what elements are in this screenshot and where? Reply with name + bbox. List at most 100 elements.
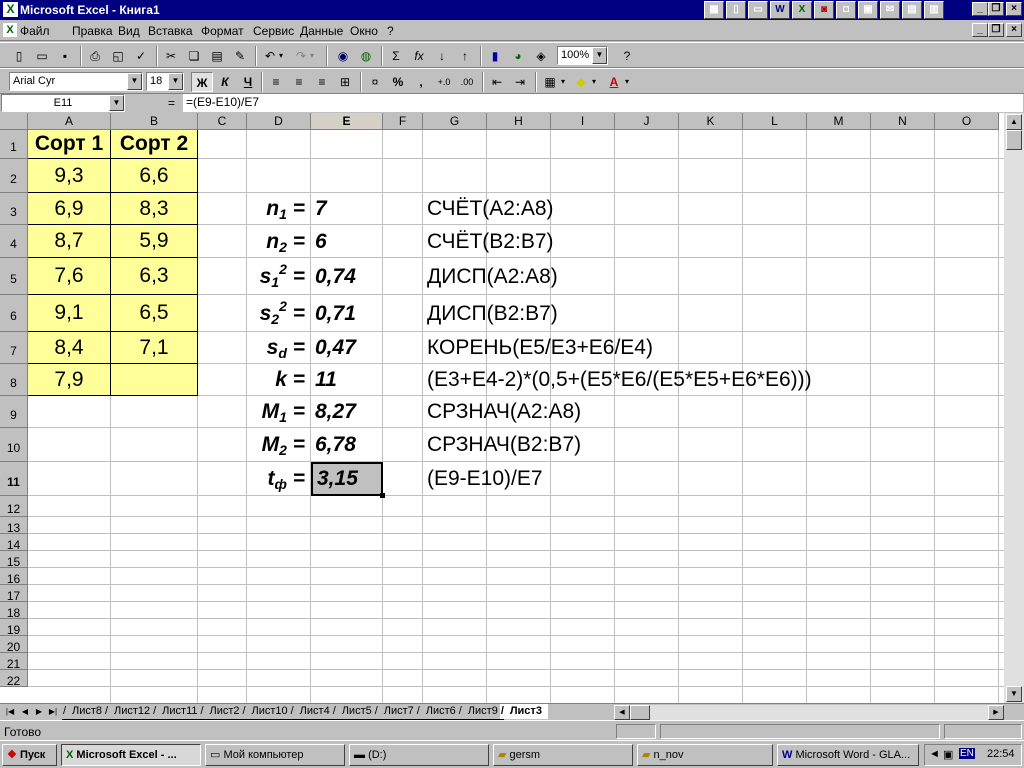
font-name-select[interactable]: Arial Cyr ▼ <box>9 72 143 91</box>
data-cell[interactable]: 8,7 <box>28 225 111 258</box>
decrease-decimal-icon[interactable]: .00 <box>456 72 478 92</box>
data-cell[interactable]: 5,9 <box>111 225 198 258</box>
cut-icon[interactable]: ✂ <box>160 46 182 66</box>
formula-text-cell[interactable]: (E3+E4-2)*(0,5+(E5*E6/(E5*E5+E6*E6))) <box>423 364 812 396</box>
select-all-corner[interactable] <box>0 113 28 130</box>
doc-restore-icon[interactable]: ❐ <box>988 23 1004 37</box>
monitor-icon[interactable]: ▣ <box>943 748 953 761</box>
taskbar-word[interactable]: W Microsoft Word - GLA... <box>777 744 919 766</box>
data-cell[interactable]: 6,5 <box>111 295 198 332</box>
row-header-14[interactable]: 14 <box>0 534 28 552</box>
format-painter-icon[interactable]: ✎ <box>229 46 251 66</box>
data-cell[interactable]: 7,1 <box>111 332 198 364</box>
column-header-o[interactable]: O <box>935 113 999 130</box>
sheet-tab-2[interactable]: Лист12 <box>104 704 157 720</box>
align-left-icon[interactable]: ≡ <box>265 72 287 92</box>
label-cell[interactable]: n1 = <box>247 193 311 225</box>
column-header-c[interactable]: C <box>198 113 247 130</box>
column-header-e[interactable]: E <box>311 113 383 130</box>
minimize-icon[interactable]: _ <box>972 2 988 16</box>
chevron-down-icon[interactable]: ▼ <box>127 73 142 90</box>
data-cell[interactable]: 6,9 <box>28 193 111 225</box>
column-header-m[interactable]: M <box>807 113 871 130</box>
formula-text-cell[interactable]: ДИСП(A2:A8) <box>423 258 558 295</box>
vertical-scrollbar[interactable]: ▲ ▼ <box>1004 113 1024 703</box>
binder-icon[interactable]: ▣ <box>858 1 878 19</box>
redo-dropdown-icon[interactable]: ▾ <box>307 46 317 66</box>
label-cell[interactable]: sd = <box>247 332 311 364</box>
data-cell[interactable] <box>111 364 198 396</box>
row-header-5[interactable]: 5 <box>0 258 28 295</box>
name-box[interactable]: E11 ▼ <box>1 94 125 112</box>
prev-sheet-icon[interactable]: ◀ <box>18 705 32 719</box>
decrease-indent-icon[interactable]: ⇤ <box>486 72 508 92</box>
value-cell[interactable]: 7 <box>311 193 383 225</box>
doc-close-icon[interactable]: × <box>1006 23 1022 37</box>
menu-tools[interactable]: Сервис <box>253 24 294 38</box>
data-cell[interactable]: 7,6 <box>28 258 111 295</box>
row-header-9[interactable]: 9 <box>0 396 28 428</box>
autosum-icon[interactable]: Σ <box>385 46 407 66</box>
office-bar-icon[interactable]: ▦ <box>704 1 724 19</box>
workbook-icon[interactable]: X <box>3 23 17 37</box>
column-header-f[interactable]: F <box>383 113 423 130</box>
taskbar-my-computer[interactable]: ▭ Мой компьютер <box>205 744 345 766</box>
taskbar-drive-d[interactable]: ▬ (D:) <box>349 744 489 766</box>
menu-window[interactable]: Окно <box>350 24 378 38</box>
align-center-icon[interactable]: ≡ <box>288 72 310 92</box>
column-header-k[interactable]: K <box>679 113 743 130</box>
menu-data[interactable]: Данные <box>300 24 343 38</box>
zoom-select[interactable]: 100% ▼ <box>557 46 608 65</box>
label-cell[interactable]: M2 = <box>247 428 311 462</box>
row-header-18[interactable]: 18 <box>0 602 28 620</box>
row-header-3[interactable]: 3 <box>0 193 28 225</box>
web-toolbar-icon[interactable]: ◍ <box>355 46 377 66</box>
next-sheet-icon[interactable]: ▶ <box>32 705 46 719</box>
value-cell[interactable]: 0,47 <box>311 332 383 364</box>
open-icon[interactable]: ▭ <box>31 46 53 66</box>
formula-text-cell[interactable]: СРЗНАЧ(A2:A8) <box>423 396 581 428</box>
increase-decimal-icon[interactable]: +.0 <box>433 72 455 92</box>
italic-icon[interactable]: К <box>214 72 236 92</box>
row-header-20[interactable]: 20 <box>0 636 28 654</box>
column-header-l[interactable]: L <box>743 113 807 130</box>
start-button[interactable]: ❖ Пуск <box>2 744 57 766</box>
sheet-tab-3[interactable]: Лист11 <box>152 704 204 720</box>
label-cell[interactable]: tф = <box>247 462 311 496</box>
undo-dropdown-icon[interactable]: ▾ <box>276 46 286 66</box>
comma-style-icon[interactable]: , <box>410 72 432 92</box>
chevron-down-icon[interactable]: ▼ <box>168 73 183 90</box>
office-assistant-icon[interactable]: ? <box>616 46 638 66</box>
row-header-15[interactable]: 15 <box>0 551 28 569</box>
copy-icon[interactable]: ❏ <box>183 46 205 66</box>
sheet-tab-6[interactable]: Лист4 <box>289 704 336 720</box>
sheet-tab-5[interactable]: Лист10 <box>241 704 294 720</box>
scroll-up-icon[interactable]: ▲ <box>1006 114 1022 130</box>
label-cell[interactable]: s22 = <box>247 295 311 332</box>
chart-wizard-icon[interactable]: ▮ <box>484 46 506 66</box>
powerpoint-icon[interactable]: ◙ <box>814 1 834 19</box>
currency-icon[interactable]: ¤ <box>364 72 386 92</box>
menu-file[interactable]: Файл <box>20 24 50 38</box>
row-header-4[interactable]: 4 <box>0 225 28 258</box>
chevron-down-icon[interactable]: ▼ <box>109 95 124 111</box>
paste-function-icon[interactable]: fx <box>408 46 430 66</box>
spelling-icon[interactable]: ✓ <box>130 46 152 66</box>
active-cell[interactable]: 3,15 <box>311 462 385 498</box>
row-header-11[interactable]: 11 <box>0 462 28 496</box>
first-sheet-icon[interactable]: |◀ <box>3 705 17 719</box>
value-cell[interactable]: 11 <box>311 364 383 396</box>
row-header-19[interactable]: 19 <box>0 619 28 637</box>
data-cell[interactable]: 9,1 <box>28 295 111 332</box>
menu-format[interactable]: Формат <box>201 24 244 38</box>
taskbar-n-nov[interactable]: ▰ n_nov <box>637 744 773 766</box>
menu-edit[interactable]: Правка <box>72 24 113 38</box>
scroll-down-icon[interactable]: ▼ <box>1006 686 1022 702</box>
new-document-icon[interactable]: ▯ <box>726 1 746 19</box>
row-header-16[interactable]: 16 <box>0 568 28 586</box>
sheet-tab-11[interactable]: Лист3 <box>499 704 548 719</box>
menu-help[interactable]: ? <box>387 24 394 38</box>
equals-sign[interactable]: = <box>168 96 175 110</box>
menu-insert[interactable]: Вставка <box>148 24 193 38</box>
sheet-tab-9[interactable]: Лист6 <box>415 704 462 720</box>
